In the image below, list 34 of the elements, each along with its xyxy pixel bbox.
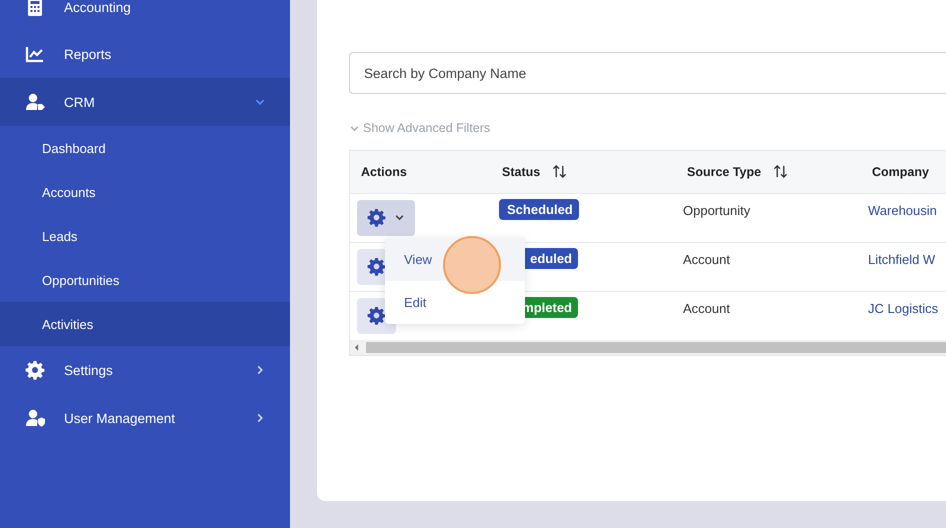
gear-icon xyxy=(25,360,45,380)
table-cell-text: Opportunity xyxy=(683,202,750,218)
nav-subitem[interactable]: Dashboard xyxy=(0,126,290,170)
column-header[interactable]: Actions xyxy=(350,164,407,178)
scrollbar-thumb[interactable] xyxy=(366,342,946,352)
user-tag-icon xyxy=(25,92,45,112)
nav-subitem[interactable]: Activities xyxy=(0,302,290,346)
company-link[interactable]: JC Logistics xyxy=(868,298,938,316)
nav-item[interactable]: User Management xyxy=(0,394,290,442)
gear-icon xyxy=(367,257,386,276)
nav-subitem[interactable]: Accounts xyxy=(0,170,290,214)
table-cell-text: Account xyxy=(683,300,730,316)
company-link[interactable]: Warehousin xyxy=(868,200,937,218)
status-badge: Scheduled xyxy=(499,198,579,220)
column-header[interactable]: Company xyxy=(861,164,929,178)
gear-icon xyxy=(367,208,386,227)
nav-subitem[interactable]: Opportunities xyxy=(0,258,290,302)
user-shield-icon xyxy=(25,408,45,428)
company-link[interactable]: Litchfield W xyxy=(868,248,936,266)
search-field[interactable]: Search by Company Name xyxy=(349,52,946,94)
sort-icon xyxy=(773,164,788,179)
nav-item[interactable]: Settings xyxy=(0,346,290,394)
nav-item[interactable]: Accounting xyxy=(0,0,290,30)
column-header[interactable]: Status xyxy=(491,164,568,179)
nav-item[interactable]: CRM xyxy=(0,78,290,126)
nav-subitem[interactable]: Leads xyxy=(0,214,290,258)
column-header[interactable]: Source Type xyxy=(676,164,788,179)
nav-item[interactable]: Reports xyxy=(0,30,290,78)
horizontal-scrollbar[interactable] xyxy=(349,340,946,356)
gear-icon xyxy=(367,306,386,325)
table-cell-text: Account xyxy=(683,250,730,266)
line-chart-icon xyxy=(25,44,45,64)
sort-icon xyxy=(552,164,568,179)
actions-button[interactable] xyxy=(357,200,415,236)
